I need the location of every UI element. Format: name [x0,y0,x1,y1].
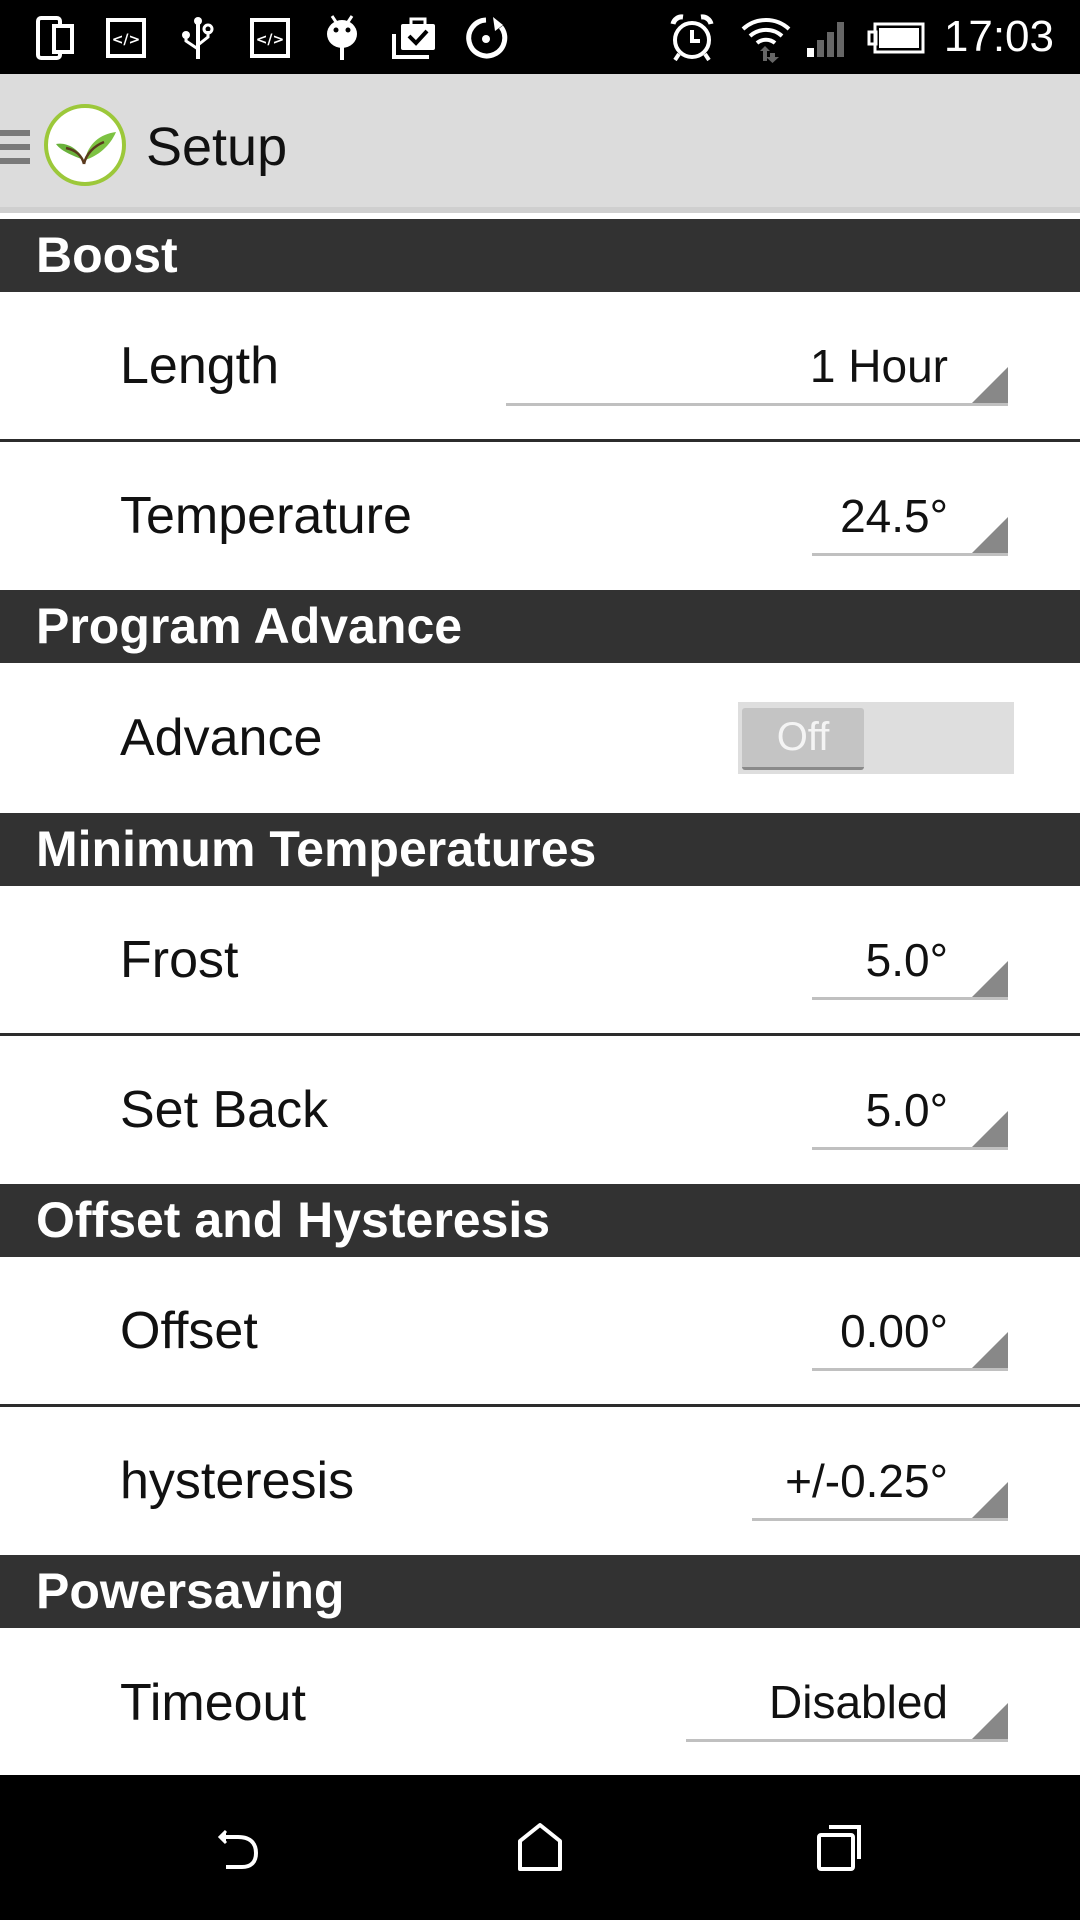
dropdown-arrow-icon [972,1482,1008,1518]
dropdown-arrow-icon [972,1111,1008,1147]
setting-row-frost: Frost 5.0° [0,886,1080,1036]
setting-label: Advance [120,709,323,767]
clock: 17:03 [943,12,1054,61]
setting-label: Frost [120,931,239,989]
setting-row-hysteresis: hysteresis +/-0.25° [0,1407,1080,1555]
svg-text:</>: </> [112,32,141,48]
setting-row-offset: Offset 0.00° [0,1257,1080,1407]
frost-spinner[interactable]: 5.0° [812,926,1008,1000]
android-debug-icon [320,14,364,62]
setting-label: Temperature [120,487,412,545]
back-button[interactable] [200,1817,280,1877]
spinner-value: 5.0° [865,1084,948,1136]
offset-spinner[interactable]: 0.00° [812,1297,1008,1371]
code-icon: </> [104,14,148,62]
section-header-boost: Boost [0,219,1080,292]
back-icon [217,1829,259,1869]
setting-row-set-back: Set Back 5.0° [0,1036,1080,1184]
dropdown-arrow-icon [972,1703,1008,1739]
section-header-program-advance: Program Advance [0,590,1080,663]
briefcase-check-icon [390,14,438,62]
usb-icon [176,14,220,62]
drawer-menu-icon[interactable] [0,126,30,166]
home-icon [518,1823,562,1871]
set-back-spinner[interactable]: 5.0° [812,1076,1008,1150]
toggle-thumb: Off [742,708,864,770]
section-header-minimum-temperatures: Minimum Temperatures [0,813,1080,886]
spinner-value: 24.5° [840,490,948,542]
setting-label: Set Back [120,1081,329,1139]
length-spinner[interactable]: 1 Hour [506,332,1008,406]
temperature-spinner[interactable]: 24.5° [812,482,1008,556]
spinner-value: 5.0° [865,934,948,986]
setting-row-timeout: Timeout Disabled [0,1628,1080,1778]
spinner-value: 1 Hour [809,340,948,392]
dropdown-arrow-icon [972,1332,1008,1368]
dropdown-arrow-icon [972,517,1008,553]
setting-label: Offset [120,1302,258,1360]
setting-label: hysteresis [120,1452,355,1510]
dropdown-arrow-icon [972,367,1008,403]
advance-toggle[interactable]: Off [738,702,1014,774]
navigation-bar [0,1775,1080,1920]
leaf-logo-icon[interactable] [44,104,126,186]
timeout-spinner[interactable]: Disabled [686,1668,1008,1742]
home-button[interactable] [500,1817,580,1877]
setting-label: Timeout [120,1674,306,1732]
spinner-value: Disabled [769,1676,948,1728]
settings-list: Boost Length 1 Hour Temperature 24.5° Pr… [0,219,1080,1778]
battery-icon [866,14,926,62]
section-header-offset-hysteresis: Offset and Hysteresis [0,1184,1080,1257]
recents-icon [817,1825,861,1871]
wifi-icon [738,14,794,63]
sync-icon [462,14,510,62]
code-icon: </> [248,14,292,62]
svg-text:</>: </> [256,32,285,48]
hysteresis-spinner[interactable]: +/-0.25° [752,1447,1008,1521]
app-bar: Setup [0,74,1080,213]
page-title: Setup [146,117,288,177]
dropdown-arrow-icon [972,961,1008,997]
section-header-powersaving: Powersaving [0,1555,1080,1628]
spinner-value: +/-0.25° [785,1455,948,1507]
setting-label: Length [120,337,280,395]
alarm-icon [668,14,716,62]
device-switch-icon [34,14,78,62]
spinner-value: 0.00° [840,1305,948,1357]
recents-button[interactable] [800,1817,880,1877]
status-bar: </> </> 17:03 [0,0,1080,74]
setting-row-length: Length 1 Hour [0,292,1080,442]
cell-signal-icon [804,14,852,62]
setting-row-temperature: Temperature 24.5° [0,442,1080,590]
setting-row-advance: Advance Off [0,663,1080,813]
